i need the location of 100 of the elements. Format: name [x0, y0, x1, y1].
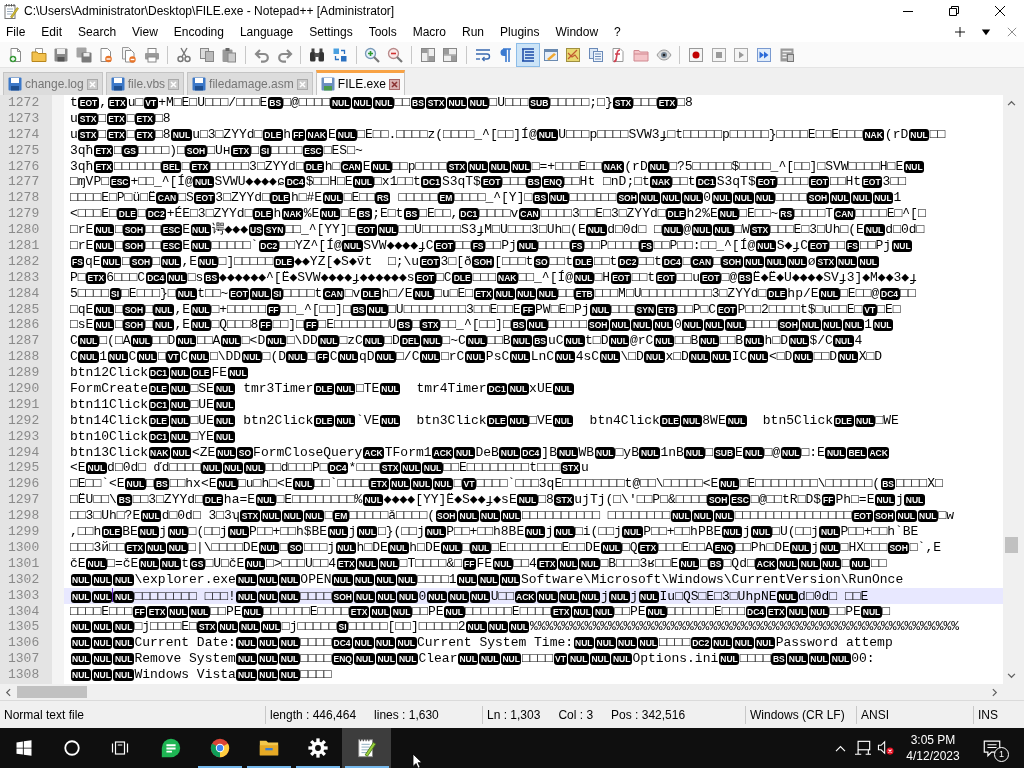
- control-character: DLE: [833, 414, 854, 427]
- double-floppy-icon[interactable]: [75, 46, 92, 63]
- control-character: FF: [291, 128, 306, 141]
- control-character: NUL: [703, 319, 725, 332]
- menu-item[interactable]: Run: [454, 24, 493, 40]
- window-pencil-icon[interactable]: [542, 46, 559, 63]
- copy-icon[interactable]: [198, 46, 215, 63]
- control-character: SYN: [264, 224, 285, 237]
- split-pane-icon[interactable]: [419, 46, 436, 63]
- file-tab[interactable]: FILE.exe: [315, 70, 405, 95]
- menu-item[interactable]: Plugins: [492, 24, 548, 40]
- code-text: □ES□~: [323, 142, 363, 158]
- start-icon[interactable]: [15, 739, 33, 757]
- control-character: NUL: [215, 446, 237, 459]
- clock-time[interactable]: 3:05 PM: [910, 732, 956, 748]
- replace-icon[interactable]: [331, 46, 348, 63]
- browser-icon[interactable]: [208, 737, 231, 759]
- function-list-icon[interactable]: [610, 46, 627, 63]
- menu-item[interactable]: ?: [606, 24, 629, 40]
- scroll-right-icon[interactable]: [992, 687, 998, 697]
- close-icon[interactable]: [995, 6, 1005, 16]
- double-page-minus-icon[interactable]: [121, 46, 138, 63]
- scroll-left-icon[interactable]: [5, 687, 11, 697]
- close-icon[interactable]: [388, 78, 400, 90]
- control-character: DLE: [487, 414, 508, 427]
- scrollbar-thumb[interactable]: [1005, 537, 1018, 553]
- control-character: NUL: [573, 271, 595, 284]
- code-text: j: [600, 588, 609, 604]
- menu-item[interactable]: Window: [547, 24, 607, 40]
- clock-date[interactable]: 4/12/2023: [906, 748, 960, 764]
- code-text: □□t: [549, 253, 573, 269]
- control-character: NUL: [564, 335, 585, 348]
- control-character: NUL: [787, 653, 808, 666]
- split-pane-icon[interactable]: [442, 46, 459, 63]
- stop-icon[interactable]: [710, 46, 727, 63]
- play-icon[interactable]: [733, 46, 750, 63]
- encoding-label[interactable]: ANSI: [861, 707, 889, 722]
- menu-item[interactable]: Macro: [404, 24, 454, 40]
- code-text: □8: [677, 95, 693, 110]
- control-character: EOT: [194, 192, 215, 205]
- task-view-icon[interactable]: [111, 739, 129, 757]
- code-text: btn12Click: [70, 365, 148, 381]
- scroll-down-icon[interactable]: [1007, 673, 1016, 679]
- code-text: □□: [900, 285, 916, 301]
- code-text: Clear: [418, 651, 458, 667]
- binoculars-icon[interactable]: [309, 46, 326, 63]
- network-icon[interactable]: [854, 740, 872, 756]
- fast-forward-icon[interactable]: [755, 46, 772, 63]
- control-character: NUL: [93, 224, 115, 237]
- menu-item[interactable]: Tools: [360, 24, 405, 40]
- menu-item[interactable]: View: [124, 24, 166, 40]
- code-text: tmr4Timer: [415, 381, 487, 397]
- line-ending-label[interactable]: Windows (CR LF): [750, 707, 845, 722]
- menu-item[interactable]: File: [0, 24, 34, 40]
- notepad-icon[interactable]: [355, 737, 378, 759]
- indent-guide-icon[interactable]: [516, 42, 540, 67]
- restore-icon[interactable]: [949, 6, 959, 16]
- file-tab[interactable]: file.vbs: [105, 72, 185, 95]
- scrollbar-thumb[interactable]: [17, 686, 87, 698]
- menu-item[interactable]: Encoding: [165, 24, 232, 40]
- list-window-icon[interactable]: [778, 46, 795, 63]
- eye-icon[interactable]: [655, 46, 672, 63]
- active-taskbar-button[interactable]: [342, 728, 391, 768]
- scissors-icon[interactable]: [176, 46, 193, 63]
- zoom-out-icon[interactable]: [387, 46, 403, 63]
- word-wrap-icon[interactable]: [474, 46, 491, 63]
- control-character: VT: [166, 351, 181, 364]
- volume-muted-icon[interactable]: [877, 740, 895, 756]
- stacked-pages-icon[interactable]: [587, 46, 604, 63]
- undo-icon[interactable]: [254, 46, 271, 63]
- menu-item[interactable]: Settings: [301, 24, 361, 40]
- chevron-up-icon[interactable]: [833, 743, 847, 753]
- control-character: GS: [189, 557, 205, 570]
- control-character: NUL: [573, 637, 595, 650]
- menu-item[interactable]: Edit: [33, 24, 71, 40]
- menu-item[interactable]: Search: [70, 24, 125, 40]
- control-character: NAK: [496, 271, 518, 284]
- chat-lines-icon[interactable]: [159, 737, 182, 759]
- menu-item[interactable]: Language: [231, 24, 302, 40]
- scroll-up-icon[interactable]: [1007, 100, 1016, 106]
- pilcrow-icon[interactable]: [497, 46, 514, 63]
- code-text: □□□□□: [397, 190, 438, 206]
- caret-down-icon[interactable]: [981, 27, 991, 37]
- control-character: NUL: [397, 653, 418, 666]
- plus-icon[interactable]: [955, 27, 965, 37]
- redo-icon[interactable]: [276, 46, 293, 63]
- clipboard-icon[interactable]: [221, 46, 238, 63]
- notification-icon[interactable]: [982, 738, 1002, 758]
- zoom-in-icon[interactable]: [364, 46, 381, 63]
- control-character: NUL: [244, 462, 265, 475]
- printer-icon[interactable]: [143, 46, 160, 63]
- page-minus-icon[interactable]: [98, 46, 115, 63]
- ring-icon[interactable]: [63, 739, 81, 757]
- map-icon[interactable]: [565, 46, 582, 63]
- control-character: NUL: [743, 446, 764, 459]
- code-text: □: [462, 539, 470, 555]
- settings-icon[interactable]: [306, 737, 329, 759]
- record-icon[interactable]: [688, 46, 705, 63]
- control-character: NUL: [217, 621, 239, 634]
- code-text: □□□E□3□Uh□(E: [770, 222, 864, 238]
